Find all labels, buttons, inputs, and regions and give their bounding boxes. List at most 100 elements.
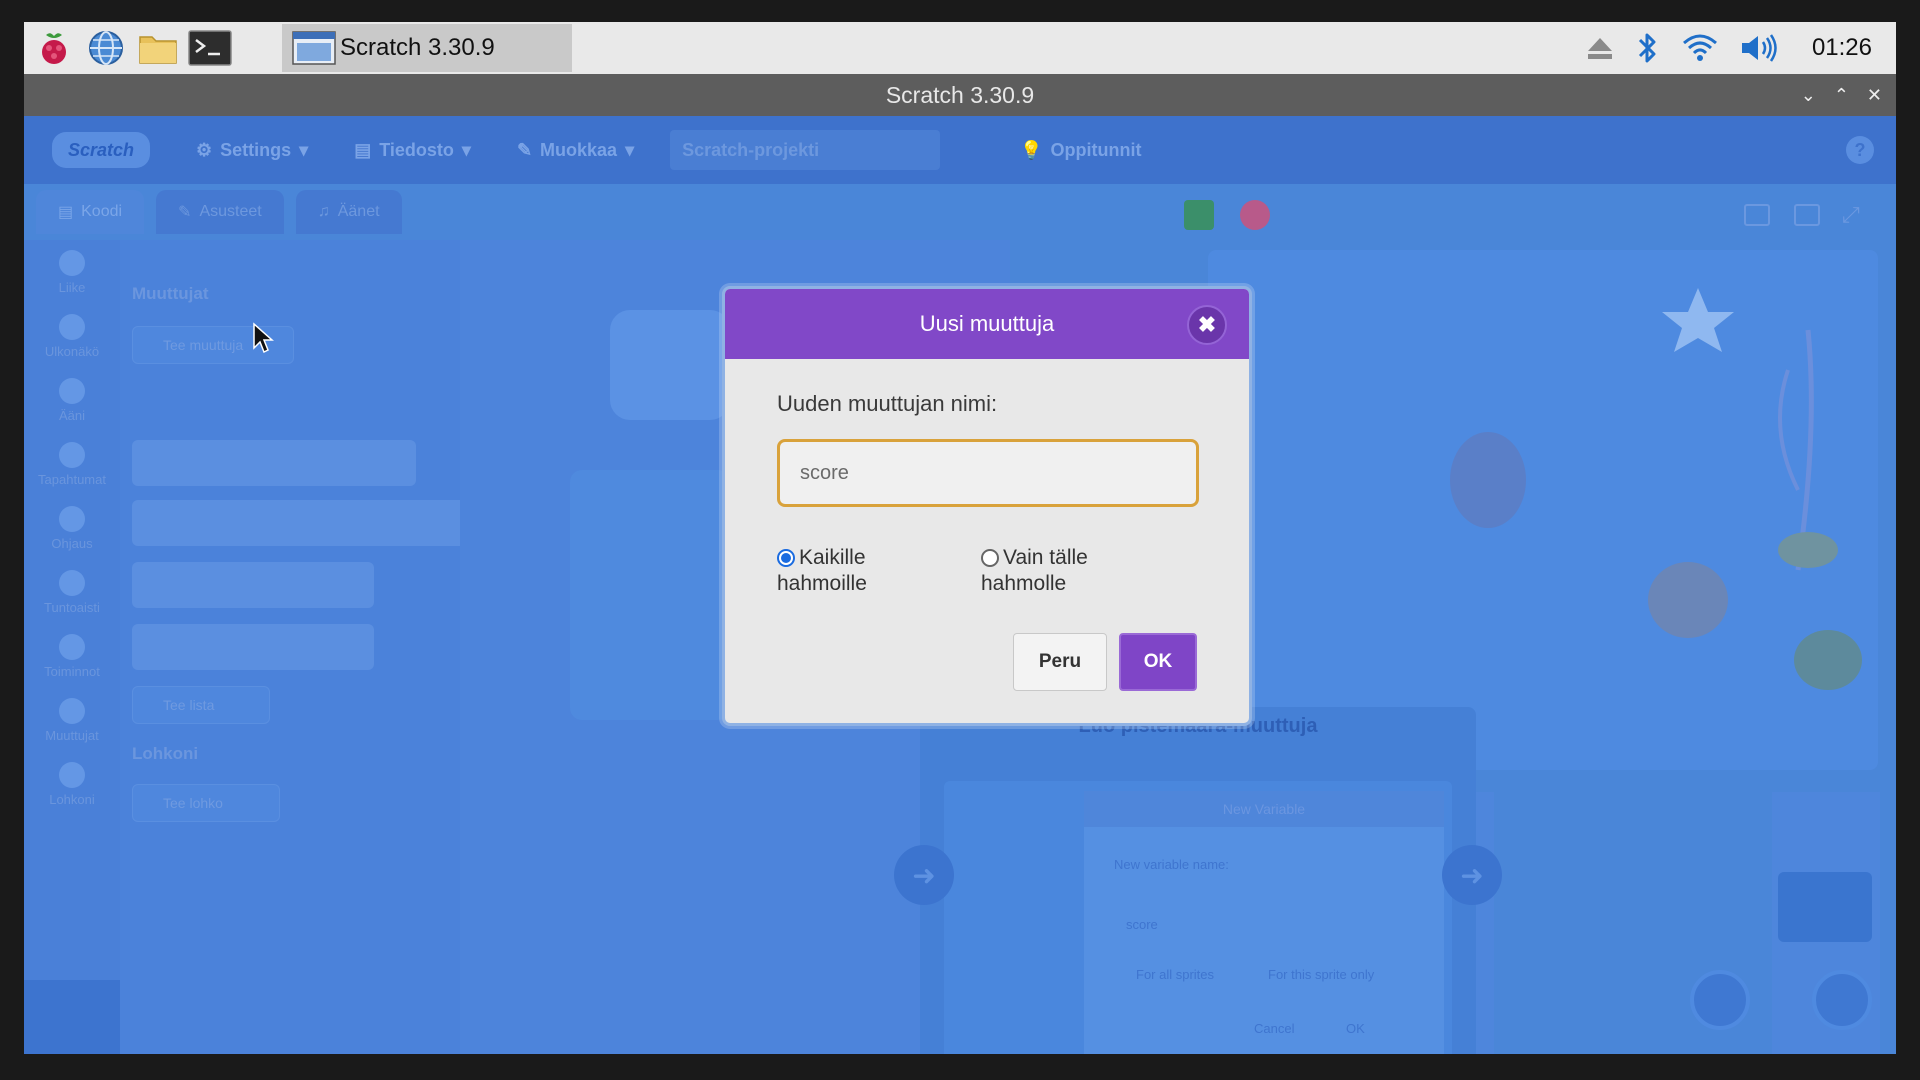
dialog-title: Uusi muuttuja [919, 311, 1055, 336]
radio-button-unchecked[interactable] [981, 549, 999, 567]
tab-sounds[interactable]: ♫ Äänet [295, 190, 402, 234]
show-variable-block[interactable] [132, 562, 374, 608]
eject-icon[interactable] [1586, 35, 1614, 61]
category-dot-icon [59, 249, 85, 276]
ok-button[interactable]: OK [1119, 633, 1197, 691]
extensions-button[interactable] [24, 980, 120, 1054]
tutorial-prev-arrow-icon[interactable]: ➜ [894, 845, 954, 905]
category-label: Lohkoni [49, 791, 95, 807]
caret-down-icon: ▾ [625, 139, 635, 160]
tutorials-label: Oppitunnit [1050, 139, 1142, 160]
variable-name-label: Uuden muuttujan nimi: [777, 391, 998, 416]
radio-for-all-sprites[interactable]: Kaikille hahmoille [777, 545, 867, 597]
minimize-icon[interactable]: ⌄ [1801, 85, 1816, 106]
screen: Scratch 3.30.9 01:26 Scratch 3.30.9 ⌄ ⌃ … [24, 22, 1896, 1054]
make-block-button[interactable]: Tee lohko [132, 784, 280, 822]
tutorial-image: New Variable New variable name: score Fo… [944, 781, 1452, 1054]
category-label: Ääni [58, 407, 86, 423]
cancel-button[interactable]: Peru [1013, 633, 1107, 691]
tutorial-image-ok: OK [1346, 1021, 1365, 1036]
code-icon: ▤ [58, 204, 74, 221]
radio-button-checked[interactable] [777, 549, 795, 567]
bluetooth-icon[interactable] [1636, 30, 1660, 66]
script-hat-block[interactable] [610, 310, 730, 420]
taskbar: Scratch 3.30.9 01:26 [24, 22, 1896, 74]
category-dot-icon [59, 313, 85, 340]
tutorial-image-name-label: New variable name: [1114, 857, 1229, 872]
gear-icon: ⚙ [196, 139, 213, 160]
folder-icon[interactable] [136, 28, 180, 68]
taskbar-task-scratch[interactable]: Scratch 3.30.9 [282, 24, 572, 72]
stage-thumbnail[interactable] [1778, 872, 1872, 942]
add-backdrop-button[interactable] [1812, 970, 1872, 1030]
add-sprite-button[interactable] [1690, 970, 1750, 1030]
file-icon: ▤ [354, 139, 372, 160]
raspberry-icon[interactable] [32, 28, 76, 68]
category-dot-icon [59, 441, 85, 468]
tab-code[interactable]: ▤ Koodi [36, 190, 145, 234]
star-icon [1662, 288, 1734, 352]
taskbar-task-label: Scratch 3.30.9 [340, 34, 495, 61]
tutorials-button[interactable]: 💡 Oppitunnit [1020, 140, 1141, 161]
project-title-input[interactable]: Scratch-projekti [670, 130, 941, 170]
category-label: Ulkonäkö [44, 343, 100, 359]
scratch-logo[interactable]: Scratch [52, 132, 150, 168]
fullscreen-icon[interactable]: ⤢ [1842, 202, 1860, 228]
green-flag-icon[interactable] [1184, 200, 1214, 230]
help-icon[interactable]: ? [1846, 136, 1874, 164]
category-motion[interactable]: Liike [24, 240, 120, 304]
category-dot-icon [59, 761, 85, 788]
browser-globe-icon[interactable] [84, 28, 128, 68]
category-dot-icon [59, 569, 85, 596]
maximize-icon[interactable]: ⌃ [1834, 85, 1849, 106]
category-label: Tapahtumat [38, 471, 106, 487]
terminal-icon[interactable] [188, 28, 232, 68]
myblocks-heading: Lohkoni [132, 744, 199, 763]
system-tray: 01:26 [1586, 22, 1896, 74]
editor-tabs: ▤ Koodi ✎ Asusteet ♫ Äänet [24, 184, 1896, 240]
new-variable-dialog: Uusi muuttuja ✖ Uuden muuttujan nimi: Ka… [722, 286, 1252, 726]
tutorial-image-option-all: For all sprites [1136, 967, 1215, 982]
close-icon[interactable]: ✖ [1187, 305, 1227, 345]
make-list-button[interactable]: Tee lista [132, 686, 270, 724]
wifi-icon[interactable] [1682, 33, 1718, 63]
edit-label: Muokkaa [540, 139, 618, 160]
category-control[interactable]: Ohjaus [24, 496, 120, 560]
edit-menu[interactable]: ✎ Muokkaa ▾ [517, 140, 634, 161]
tutorial-image-option-this: For this sprite only [1268, 967, 1375, 982]
change-variable-block[interactable] [132, 500, 470, 546]
settings-menu[interactable]: ⚙ Settings ▾ [196, 140, 308, 161]
set-variable-block[interactable] [132, 440, 416, 486]
hide-variable-block[interactable] [132, 624, 374, 670]
category-dot-icon [59, 377, 85, 404]
file-menu[interactable]: ▤ Tiedosto ▾ [354, 140, 471, 161]
tab-sounds-label: Äänet [337, 203, 380, 220]
caret-down-icon: ▾ [461, 139, 471, 160]
category-events[interactable]: Tapahtumat [24, 432, 120, 496]
radio-this-sprite-only[interactable]: Vain tälle hahmolle [981, 545, 1088, 597]
category-variables[interactable]: Muuttujat [24, 688, 120, 752]
close-window-icon[interactable]: ✕ [1867, 85, 1882, 106]
brush-icon: ✎ [178, 204, 192, 221]
stop-icon[interactable] [1240, 200, 1270, 230]
scratch-menu-bar: Scratch ⚙ Settings ▾ ▤ Tiedosto ▾ ✎ Muokkaa ▾ … [24, 116, 1896, 184]
category-myblocks[interactable]: Lohkoni [24, 752, 120, 816]
volume-icon[interactable] [1740, 33, 1780, 63]
category-looks[interactable]: Ulkonäkö [24, 304, 120, 368]
category-label: Ohjaus [51, 535, 93, 551]
category-sound[interactable]: Ääni [24, 368, 120, 432]
variable-name-input[interactable] [777, 439, 1199, 507]
script-stack[interactable] [570, 470, 730, 720]
window-title-bar: Scratch 3.30.9 ⌄ ⌃ ✕ [24, 74, 1896, 116]
window-controls: ⌄ ⌃ ✕ [1801, 74, 1882, 116]
stage[interactable] [1208, 250, 1878, 770]
file-label: Tiedosto [379, 139, 454, 160]
tab-costumes[interactable]: ✎ Asusteet [156, 190, 284, 234]
octopus-sprite [1450, 432, 1526, 528]
category-operators[interactable]: Toiminnot [24, 624, 120, 688]
tab-code-label: Koodi [81, 203, 123, 220]
small-stage-icon[interactable] [1744, 204, 1770, 226]
tutorial-next-arrow-icon[interactable]: ➜ [1442, 845, 1502, 905]
large-stage-icon[interactable] [1794, 204, 1820, 226]
category-sensing[interactable]: Tuntoaisti [24, 560, 120, 624]
